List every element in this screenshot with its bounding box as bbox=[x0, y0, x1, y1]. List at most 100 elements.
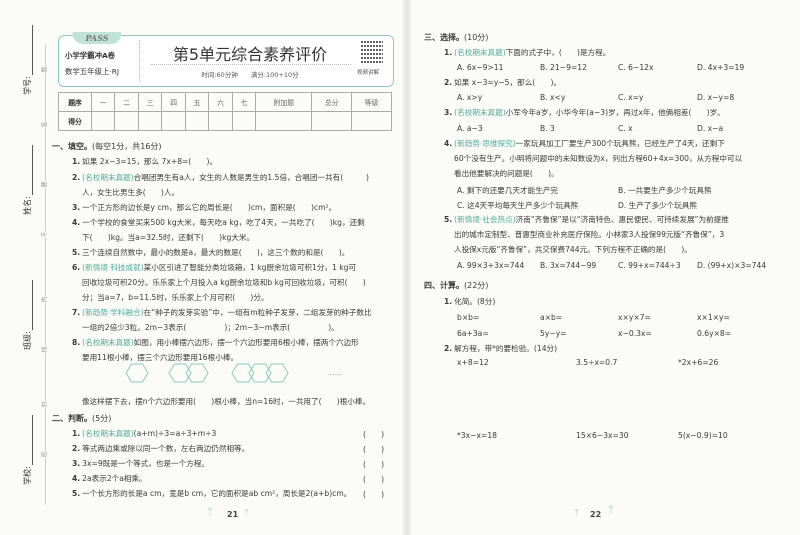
hexagon-shape bbox=[248, 363, 272, 383]
option-item[interactable]: B. 一共要生产多少个玩具熊 bbox=[618, 185, 712, 196]
option-item[interactable]: D. x−y=8 bbox=[697, 93, 734, 102]
section-title: 二、判断。 bbox=[52, 414, 92, 423]
score-cell[interactable] bbox=[351, 111, 392, 131]
binding-field-blank[interactable] bbox=[32, 145, 33, 195]
question-text: 下( )kg。当a=32.5时，还剩下( )kg大米。 bbox=[82, 233, 255, 242]
score-cell[interactable] bbox=[231, 111, 257, 131]
answer-blank[interactable]: ( ) bbox=[363, 459, 384, 470]
question-text: 济南“齐鲁保”是以“济南特色、惠民便民、可持续发展”为前提推 bbox=[515, 215, 729, 224]
option-item[interactable]: 0.6y×8= bbox=[697, 329, 731, 338]
option-item[interactable]: B. 3 bbox=[540, 124, 555, 133]
question-number: 5. bbox=[72, 248, 81, 257]
question-text: 等式两边乘或除以同一个数，左右两边仍然相等。 bbox=[82, 444, 250, 453]
section-title: 四、计算。 bbox=[424, 281, 464, 290]
score-table-header: 三 bbox=[137, 92, 163, 112]
qr-label: 视频讲解 bbox=[357, 70, 380, 76]
option-item[interactable]: *2x+6=26 bbox=[678, 358, 718, 367]
option-item[interactable]: A. a−3 bbox=[457, 124, 483, 133]
question-number: 2. bbox=[72, 444, 81, 453]
question-number: 2. bbox=[72, 173, 81, 182]
question-text: 看出他要解决的问题是( )。 bbox=[454, 169, 559, 178]
score-cell[interactable] bbox=[311, 111, 353, 131]
question-text: 化简。(8分) bbox=[454, 297, 496, 306]
score-table-header: 总分 bbox=[311, 92, 353, 112]
option-item[interactable]: C. 这4天平均每天生产多少个玩具熊 bbox=[457, 200, 578, 211]
option-item[interactable]: 5(x−0.9)=10 bbox=[678, 431, 728, 440]
hexagon-shape bbox=[125, 363, 149, 383]
option-item[interactable]: D. 4x+3=19 bbox=[697, 63, 744, 72]
question-number: 3. bbox=[72, 459, 81, 468]
option-item[interactable]: 15×6−3x=30 bbox=[576, 431, 629, 440]
qr-code-icon[interactable] bbox=[361, 41, 383, 63]
score-cell[interactable] bbox=[137, 111, 163, 131]
question-continuation: 出的城市定制型、普惠型商业补充医疗保险。小林家3人投保99元版“齐鲁保”，3 bbox=[454, 230, 724, 240]
option-item[interactable]: D. (99+x)×3=744 bbox=[697, 261, 766, 270]
hexagon-shape bbox=[168, 363, 192, 383]
question-number: 1. bbox=[444, 297, 453, 306]
question-text: 一个正方形的边长是y cm，那么它的周长是( )cm，面积是( )cm²。 bbox=[82, 203, 337, 212]
binding-field-blank[interactable] bbox=[32, 25, 33, 75]
sprout-icon: ᛘ bbox=[608, 505, 614, 516]
hexagon-figure bbox=[125, 363, 289, 383]
score-table-header: 题序 bbox=[58, 92, 92, 112]
question-tag: (名校期末真题) bbox=[454, 108, 506, 117]
option-item[interactable]: x×1×y= bbox=[697, 313, 730, 322]
option-item[interactable]: B. x<y bbox=[540, 93, 565, 102]
option-item[interactable]: B. 21−9=12 bbox=[540, 63, 587, 72]
score-cell[interactable] bbox=[255, 111, 313, 131]
question: 3. 3x=9既是一个等式，也是一个方程。 bbox=[72, 459, 209, 469]
option-item[interactable]: A. x>y bbox=[457, 93, 482, 102]
question-text: 人投保x元版“齐鲁保”，共交保费744元。下列方程不正确的是( )。 bbox=[454, 245, 692, 254]
option-item[interactable]: a×b= bbox=[540, 313, 562, 322]
question-tag: (名校期末真题) bbox=[82, 173, 134, 182]
option-item[interactable]: B. 3x=744−99 bbox=[540, 261, 596, 270]
score-cell[interactable] bbox=[114, 111, 139, 131]
option-item[interactable]: x+8=12 bbox=[457, 358, 489, 367]
option-item[interactable]: A. 99×3+3x=744 bbox=[457, 261, 524, 270]
option-item[interactable]: 5y−y= bbox=[540, 329, 567, 338]
score-table-header: 等级 bbox=[351, 92, 392, 112]
option-item[interactable]: x×y×7= bbox=[618, 313, 651, 322]
option-item[interactable]: A. 6x−9>11 bbox=[457, 63, 503, 72]
answer-blank[interactable]: ( ) bbox=[363, 489, 384, 500]
sprout-icon: ᛘ bbox=[574, 508, 579, 517]
question-text: 下面的式子中，( )是方程。 bbox=[505, 48, 611, 57]
binding-field-blank[interactable] bbox=[32, 280, 33, 330]
score-cell[interactable] bbox=[90, 111, 116, 131]
option-item[interactable]: x−0.3x= bbox=[618, 329, 652, 338]
section-score: (22分) bbox=[464, 281, 489, 290]
question-number: 7. bbox=[72, 308, 81, 317]
option-item[interactable]: D. 生产了多少个玩具熊 bbox=[618, 200, 697, 211]
option-item[interactable]: C. 99+x=744÷3 bbox=[618, 261, 681, 270]
answer-blank[interactable]: ( ) bbox=[363, 474, 384, 485]
answer-blank[interactable]: ( ) bbox=[363, 429, 384, 440]
question-number: 1. bbox=[72, 429, 81, 438]
score-cell[interactable] bbox=[208, 111, 233, 131]
question-text: 分；当a=7，b=11.5时，乐乐家上个月可积( )分。 bbox=[82, 293, 269, 302]
seal-line-char: 封 bbox=[39, 401, 49, 408]
question: 1. (名校期末真题)下面的式子中，( )是方程。 bbox=[444, 48, 610, 58]
page-number: 22 bbox=[590, 510, 602, 519]
divider bbox=[139, 40, 140, 82]
option-item[interactable]: *3x−x=18 bbox=[457, 431, 497, 440]
option-item[interactable]: b×b= bbox=[457, 313, 479, 322]
score-cell[interactable] bbox=[161, 111, 186, 131]
question-number: 8. bbox=[72, 338, 81, 347]
question: 3. (名校期末真题)小军今年a岁，小华今年(a−3)岁，再过x年，他俩相差( )… bbox=[444, 108, 725, 118]
score-cell[interactable] bbox=[184, 111, 210, 131]
option-item[interactable]: C. x bbox=[618, 124, 633, 133]
option-item[interactable]: 3.5÷x=0.7 bbox=[576, 358, 617, 367]
question-tag: (新趋势·学科融合) bbox=[82, 308, 144, 317]
option-item[interactable]: 6a+3a= bbox=[457, 329, 489, 338]
sprout-icon: ᛘ bbox=[244, 508, 249, 517]
option-item[interactable]: A. 剩下的还要几天才能生产完 bbox=[457, 185, 558, 196]
option-item[interactable]: C. x=y bbox=[618, 93, 643, 102]
binding-field-blank[interactable] bbox=[32, 415, 33, 465]
option-item[interactable]: D. x−a bbox=[697, 124, 723, 133]
question-text: (a+m)÷3=a÷3+m÷3 bbox=[133, 429, 217, 438]
question-number: 4. bbox=[72, 218, 81, 227]
option-item[interactable]: C. 6−12x bbox=[618, 63, 653, 72]
question: 6. (新情境·科技成就)某小区引进了智能分类垃圾箱，1 kg厨余垃圾可积1分，1… bbox=[72, 263, 356, 273]
page-number: 21 bbox=[227, 510, 239, 519]
answer-blank[interactable]: ( ) bbox=[363, 444, 384, 455]
